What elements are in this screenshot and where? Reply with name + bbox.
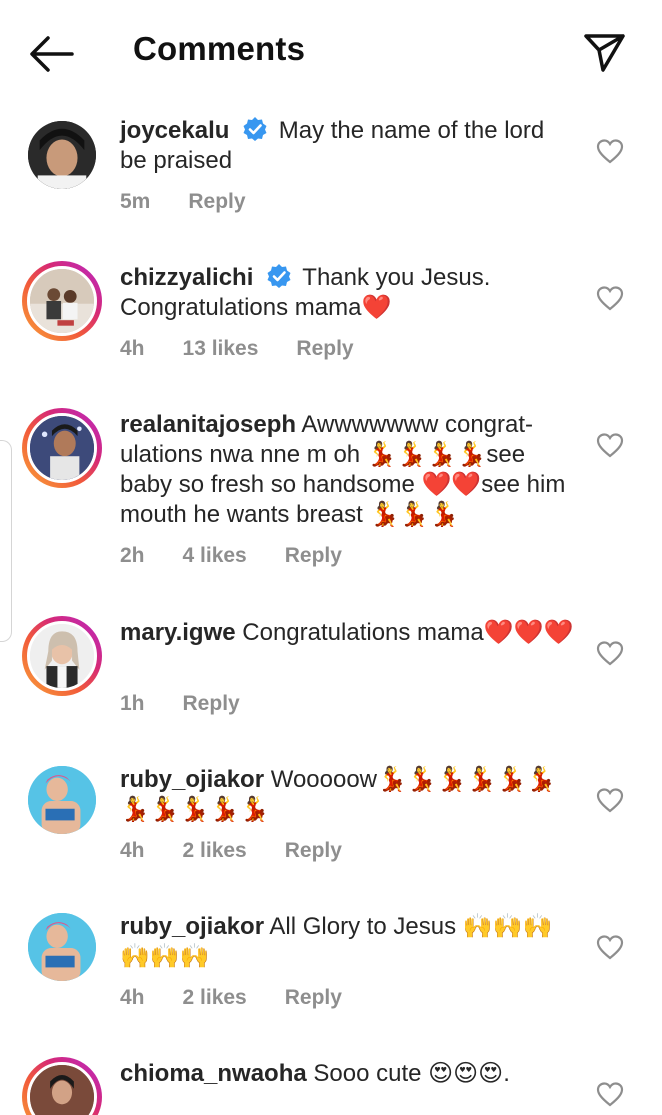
heart-icon[interactable]	[596, 432, 624, 458]
comment-text: chizzyalichi Thank you Jesus. Congratula…	[120, 263, 575, 323]
comment-username[interactable]: ruby_ojiakor	[120, 913, 264, 940]
heart-icon[interactable]	[596, 1081, 624, 1107]
comment-body: Sooo cute 😍😍😍.	[313, 1060, 510, 1087]
reply-button[interactable]: Reply	[188, 190, 245, 213]
comment-likes[interactable]: 4 likes	[183, 544, 247, 567]
comment-meta: 4h 13 likes Reply	[120, 337, 392, 361]
reply-button[interactable]: Reply	[296, 337, 353, 360]
avatar[interactable]	[22, 763, 102, 843]
comment-item: chioma_nwaoha Sooo cute 😍😍😍.	[0, 1053, 662, 1115]
avatar[interactable]	[22, 408, 102, 488]
comment-time: 4h	[120, 986, 145, 1009]
comment-likes[interactable]: 2 likes	[183, 986, 247, 1009]
reply-button[interactable]: Reply	[285, 839, 342, 862]
comment-text: chioma_nwaoha Sooo cute 😍😍😍.	[120, 1059, 575, 1089]
comment-likes[interactable]: 13 likes	[183, 337, 259, 360]
avatar[interactable]	[22, 1057, 102, 1115]
comment-body: Congratulations mama❤️❤️❤️	[242, 619, 574, 646]
comment-meta: 1h Reply	[120, 692, 278, 716]
reply-button[interactable]: Reply	[183, 692, 240, 715]
comment-item: mary.igwe Congratulations mama❤️❤️❤️ 1h R…	[0, 612, 662, 732]
comment-username[interactable]: mary.igwe	[120, 619, 236, 646]
comment-item: realanitajoseph Awwwwwww congrat-ulation…	[0, 404, 662, 574]
comment-text: realanitajoseph Awwwwwww congrat-ulation…	[120, 410, 575, 530]
comment-meta: 4h 2 likes Reply	[120, 986, 380, 1010]
paper-plane-icon	[584, 34, 625, 72]
edge-panel-handle[interactable]	[0, 440, 12, 642]
comment-username[interactable]: realanitajoseph	[120, 411, 296, 438]
comment-text: ruby_ojiakor Wooooow💃💃💃💃💃💃💃💃💃💃💃	[120, 765, 575, 825]
comment-time: 4h	[120, 839, 145, 862]
reply-button[interactable]: Reply	[285, 544, 342, 567]
heart-icon[interactable]	[596, 285, 624, 311]
comment-item: chizzyalichi Thank you Jesus. Congratula…	[0, 257, 662, 377]
comment-item: ruby_ojiakor Wooooow💃💃💃💃💃💃💃💃💃💃💃 4h 2 like…	[0, 759, 662, 879]
comment-time: 2h	[120, 544, 145, 567]
comment-meta: 2h 4 likes Reply	[120, 544, 380, 568]
avatar[interactable]	[22, 118, 102, 198]
comment-text: mary.igwe Congratulations mama❤️❤️❤️	[120, 618, 575, 648]
comment-time: 5m	[120, 190, 151, 213]
reply-button[interactable]: Reply	[285, 986, 342, 1009]
comment-username[interactable]: chizzyalichi	[120, 264, 253, 291]
avatar[interactable]	[22, 616, 102, 696]
back-button[interactable]	[26, 32, 78, 76]
comment-time: 1h	[120, 692, 145, 715]
comment-item: joycekalu May the name of the lord be pr…	[0, 110, 662, 230]
comment-username[interactable]: joycekalu	[120, 117, 229, 144]
avatar[interactable]	[22, 910, 102, 990]
verified-badge-icon	[243, 117, 267, 141]
comment-text: ruby_ojiakor All Glory to Jesus 🙌🙌🙌🙌🙌🙌	[120, 912, 575, 972]
comment-time: 4h	[120, 337, 145, 360]
comment-likes[interactable]: 2 likes	[183, 839, 247, 862]
comment-text: joycekalu May the name of the lord be pr…	[120, 116, 575, 176]
share-button[interactable]	[580, 28, 628, 76]
page-title: Comments	[133, 30, 306, 67]
top-bar: Comments	[0, 0, 662, 104]
comment-username[interactable]: chioma_nwaoha	[120, 1060, 307, 1087]
arrow-left-icon	[30, 36, 74, 72]
comment-item: ruby_ojiakor All Glory to Jesus 🙌🙌🙌🙌🙌🙌 4…	[0, 906, 662, 1026]
heart-icon[interactable]	[596, 787, 624, 813]
verified-badge-icon	[267, 264, 291, 288]
avatar[interactable]	[22, 261, 102, 341]
heart-icon[interactable]	[596, 934, 624, 960]
comment-meta: 4h 2 likes Reply	[120, 839, 380, 863]
heart-icon[interactable]	[596, 640, 624, 666]
comment-username[interactable]: ruby_ojiakor	[120, 766, 264, 793]
heart-icon[interactable]	[596, 138, 624, 164]
comment-meta: 5m Reply	[120, 190, 284, 214]
